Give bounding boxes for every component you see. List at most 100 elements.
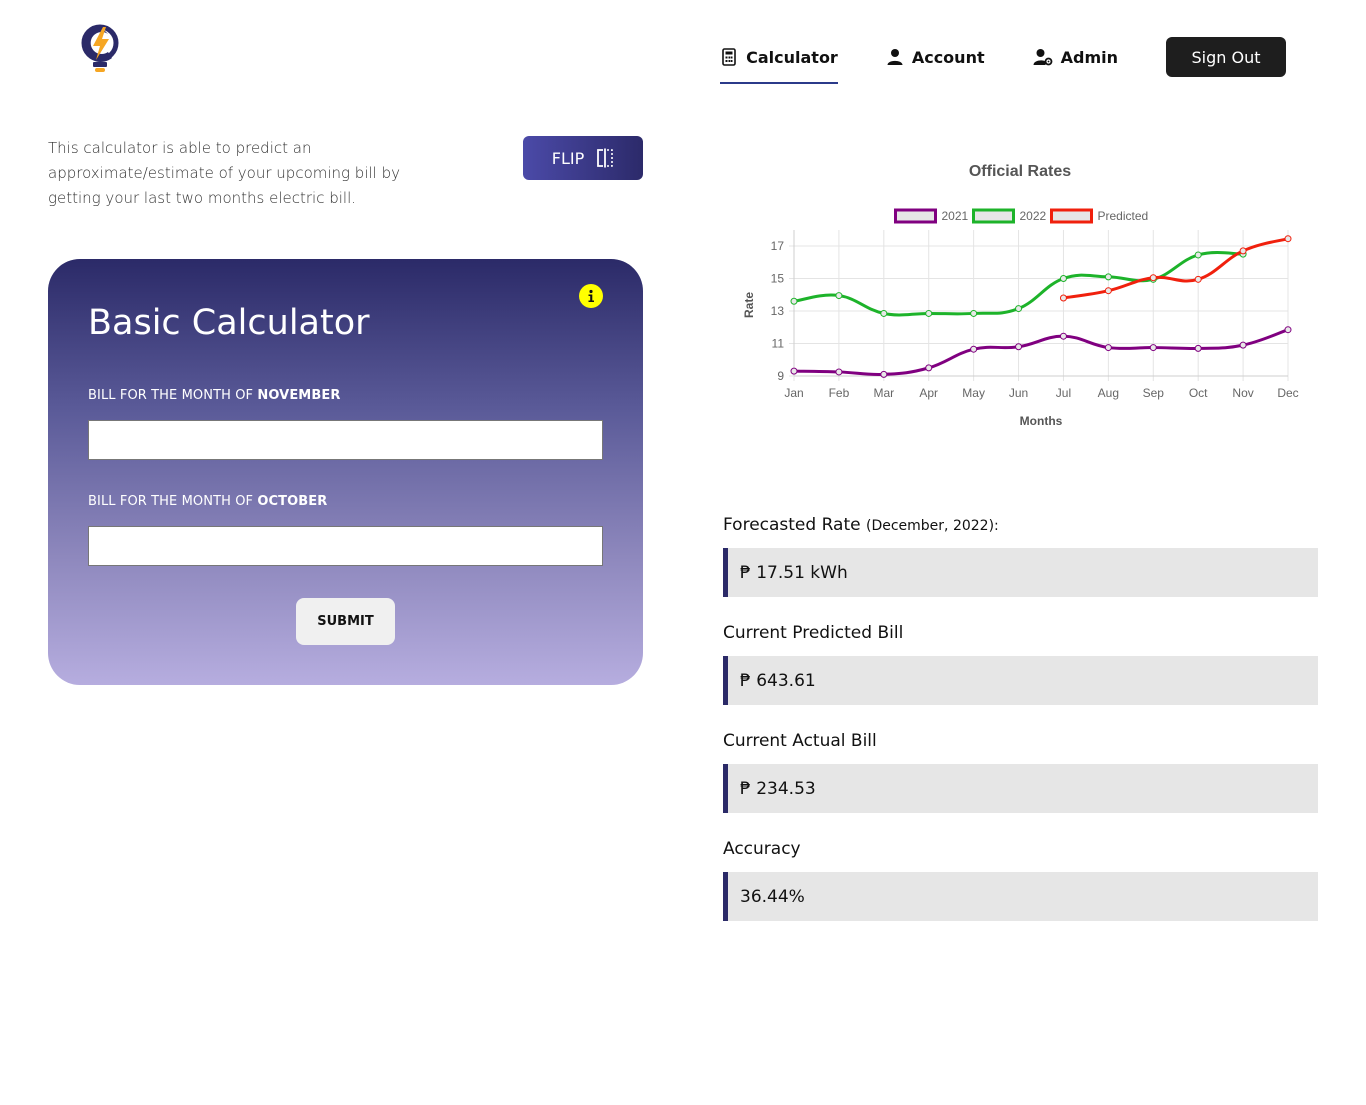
chart-x-tick-label: Apr xyxy=(919,386,938,400)
submit-button[interactable]: SUBMIT xyxy=(296,598,395,645)
chart-data-point xyxy=(1194,251,1202,259)
chart-data-point xyxy=(1059,275,1067,282)
chart-data-point xyxy=(925,309,933,317)
chart-data-point xyxy=(970,345,978,353)
results-panel: Forecasted Rate (December, 2022): ₱ 17.5… xyxy=(723,515,1318,947)
nav-calculator[interactable]: Calculator xyxy=(720,36,838,84)
nav-account[interactable]: Account xyxy=(886,36,985,78)
chart-data-point xyxy=(1239,247,1247,255)
user-icon xyxy=(887,49,903,65)
chart-title: Official Rates xyxy=(969,163,1071,180)
chart-data-point xyxy=(1194,275,1202,283)
chart-data-point xyxy=(1104,344,1112,352)
chart-data-point xyxy=(1059,332,1067,340)
chart-data-point xyxy=(925,364,933,372)
chart-data-point xyxy=(1104,273,1112,281)
chart-data-point xyxy=(1149,344,1157,352)
forecasted-rate-period: (December, 2022): xyxy=(865,518,999,534)
accuracy-value: 36.44% xyxy=(723,872,1318,921)
official-rates-chart: Official Rates Months Rate Jan Feb Mar Apr M… xyxy=(728,150,1318,440)
chart-data-point xyxy=(1059,294,1067,302)
chart-y-tick-label: 13 xyxy=(771,304,785,318)
chart-x-tick-label: Mar xyxy=(873,386,894,400)
chart-x-axis-title: Months xyxy=(1020,414,1063,428)
chart-x-tick-label: May xyxy=(962,386,985,400)
forecasted-rate-label: Forecasted Rate (December, 2022): xyxy=(723,515,1318,539)
nav-admin-label: Admin xyxy=(1060,47,1118,67)
chart-x-tick-label: Aug xyxy=(1098,386,1119,400)
nav-account-label: Account xyxy=(911,47,985,67)
chart-data-point xyxy=(1239,341,1247,349)
chart-data-point xyxy=(1194,344,1202,352)
november-bill-label: BILL FOR THE MONTH OF NOVEMBER xyxy=(88,388,340,403)
chart-y-tick-label: 11 xyxy=(772,337,785,351)
nav-admin[interactable]: Admin xyxy=(1033,36,1118,78)
chart-data-point xyxy=(1015,305,1023,313)
chart-data-point xyxy=(1284,235,1292,243)
sign-out-button[interactable]: Sign Out xyxy=(1166,37,1286,77)
predicted-bill-value: ₱ 643.61 xyxy=(723,656,1318,705)
calculator-icon xyxy=(722,48,736,66)
november-bill-input[interactable] xyxy=(88,420,603,460)
chart-legend-label: 2022 xyxy=(1020,209,1047,223)
chart-data-point xyxy=(880,309,888,317)
chart-y-tick-label: 15 xyxy=(771,272,785,286)
top-navigation: Calculator Account Admin Sign Out xyxy=(720,36,1286,84)
chart-legend-item: 2021 xyxy=(894,208,969,224)
chart-data-point xyxy=(1104,287,1112,295)
chart-x-tick-label: Dec xyxy=(1277,386,1298,400)
flip-button-label: FLIP xyxy=(551,148,585,168)
chart-data-point xyxy=(970,309,978,317)
forecasted-rate-value: ₱ 17.51 kWh xyxy=(723,548,1318,597)
chart-legend-swatch xyxy=(894,208,937,224)
chart-x-tick-label: Feb xyxy=(829,386,850,400)
forecasted-rate-title: Forecasted Rate xyxy=(723,515,861,535)
calculator-description: This calculator is able to predict an ap… xyxy=(48,139,400,207)
official-rates-chart-svg: Official Rates Months Rate Jan Feb Mar Apr M… xyxy=(742,163,1299,428)
chart-data-point xyxy=(1149,274,1157,282)
chart-series-line-2021 xyxy=(793,328,1289,377)
chart-y-tick-label: 9 xyxy=(777,369,784,383)
november-bill-label-prefix: BILL FOR THE MONTH OF xyxy=(88,388,258,403)
user-gear-icon xyxy=(1033,49,1053,66)
chart-legend-swatch xyxy=(972,208,1015,224)
october-bill-input[interactable] xyxy=(88,526,603,566)
chart-data-point xyxy=(835,368,843,376)
nav-calculator-label: Calculator xyxy=(746,47,838,67)
chart-x-tick-label: Nov xyxy=(1232,386,1253,400)
lightbulb-logo-icon xyxy=(81,24,119,72)
info-button[interactable] xyxy=(579,284,603,308)
actual-bill-value: ₱ 234.53 xyxy=(723,764,1318,813)
chart-legend-item: Predicted xyxy=(1050,208,1149,224)
chart-data-point xyxy=(880,370,888,378)
chart-legend-swatch xyxy=(1050,208,1093,224)
october-bill-label-month: OCTOBER xyxy=(257,494,328,509)
predicted-bill-label: Current Predicted Bill xyxy=(723,623,904,643)
chart-legend-label: 2021 xyxy=(942,209,969,223)
chart-y-axis-title: Rate xyxy=(742,292,756,318)
actual-bill-label: Current Actual Bill xyxy=(723,731,877,751)
chart-x-tick-label: Jan xyxy=(784,386,803,400)
october-bill-label-prefix: BILL FOR THE MONTH OF xyxy=(88,494,258,509)
october-bill-label: BILL FOR THE MONTH OF OCTOBER xyxy=(88,494,327,509)
chart-data-point xyxy=(790,367,798,375)
chart-legend-label: Predicted xyxy=(1098,209,1149,223)
flip-button[interactable]: FLIP xyxy=(523,136,643,180)
chart-x-tick-label: Oct xyxy=(1189,386,1208,400)
calculator-title: Basic Calculator xyxy=(88,303,370,343)
basic-calculator-card: Basic Calculator BILL FOR THE MONTH OF N… xyxy=(48,259,643,685)
chart-legend-item: 2022 xyxy=(972,208,1047,224)
flip-icon xyxy=(597,148,614,168)
chart-data-point xyxy=(790,297,798,305)
chart-y-tick-label: 17 xyxy=(771,239,785,253)
chart-data-point xyxy=(835,292,843,300)
chart-data-point xyxy=(1015,343,1023,351)
chart-x-tick-label: Sep xyxy=(1143,386,1165,400)
november-bill-label-month: NOVEMBER xyxy=(257,388,341,403)
chart-data-point xyxy=(1284,326,1292,334)
accuracy-label: Accuracy xyxy=(723,839,801,859)
info-icon xyxy=(588,289,594,302)
chart-x-tick-label: Jul xyxy=(1056,386,1071,400)
chart-x-tick-label: Jun xyxy=(1009,386,1028,400)
app-logo[interactable] xyxy=(76,22,124,78)
